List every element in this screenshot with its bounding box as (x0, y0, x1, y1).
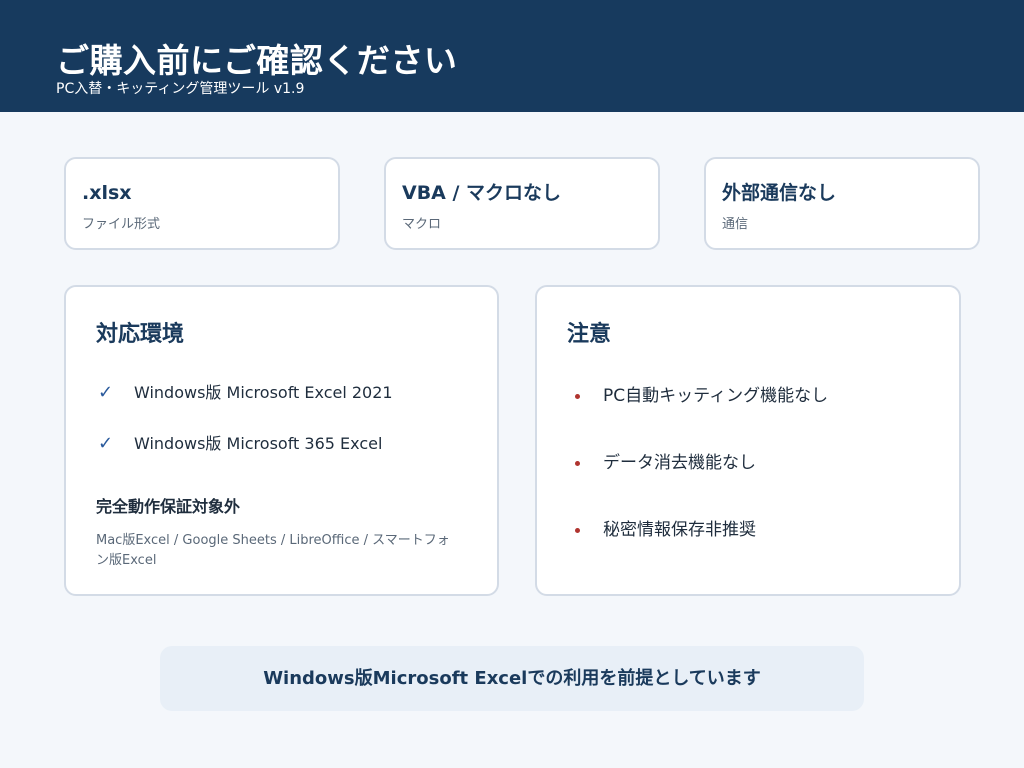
spec-card-macro: VBA / マクロなし マクロ (384, 157, 660, 250)
environment-card: 対応環境 ✓ Windows版 Microsoft Excel 2021 ✓ W… (64, 285, 499, 596)
spec-card-network: 外部通信なし 通信 (704, 157, 980, 250)
spec-value: 外部通信なし (722, 182, 837, 204)
spec-label: ファイル形式 (82, 217, 161, 232)
spec-value: .xlsx (82, 182, 132, 204)
environment-item-text: Windows版 Microsoft Excel 2021 (134, 383, 393, 402)
notes-title: 注意 (567, 322, 612, 347)
check-icon: ✓ (98, 433, 114, 454)
spec-card-file-format: .xlsx ファイル形式 (64, 157, 340, 250)
note-item-text: 秘密情報保存非推奨 (603, 520, 756, 540)
page-title: ご購入前にご確認ください (56, 41, 458, 80)
bullet-icon (575, 528, 580, 533)
bullet-icon (575, 461, 580, 466)
note-list-item: データ消去機能なし (567, 449, 937, 477)
spec-label: 通信 (722, 217, 749, 232)
header-bar: ご購入前にご確認ください PC入替・キッティング管理ツール v1.9 (0, 0, 1024, 112)
bullet-icon (575, 394, 580, 399)
note-list-item: PC自動キッティング機能なし (567, 382, 937, 410)
note-item-text: データ消去機能なし (603, 453, 756, 473)
environment-list-item: ✓ Windows版 Microsoft Excel 2021 (96, 380, 476, 406)
spec-label: マクロ (402, 217, 442, 232)
banner-text: Windows版Microsoft Excelでの利用を前提としています (263, 668, 761, 689)
notes-card: 注意 PC自動キッティング機能なし データ消去機能なし 秘密情報保存非推奨 (535, 285, 961, 596)
page-subtitle: PC入替・キッティング管理ツール v1.9 (56, 81, 305, 97)
unsupported-title: 完全動作保証対象外 (96, 497, 241, 516)
check-icon: ✓ (98, 382, 114, 403)
note-list-item: 秘密情報保存非推奨 (567, 516, 937, 544)
note-item-text: PC自動キッティング機能なし (603, 386, 829, 406)
spec-value: VBA / マクロなし (402, 182, 562, 204)
environment-list-item: ✓ Windows版 Microsoft 365 Excel (96, 431, 476, 457)
requirement-banner: Windows版Microsoft Excelでの利用を前提としています (160, 646, 864, 711)
unsupported-text: Mac版Excel / Google Sheets / LibreOffice … (96, 533, 450, 568)
environment-title: 対応環境 (96, 322, 185, 347)
environment-item-text: Windows版 Microsoft 365 Excel (134, 434, 383, 453)
